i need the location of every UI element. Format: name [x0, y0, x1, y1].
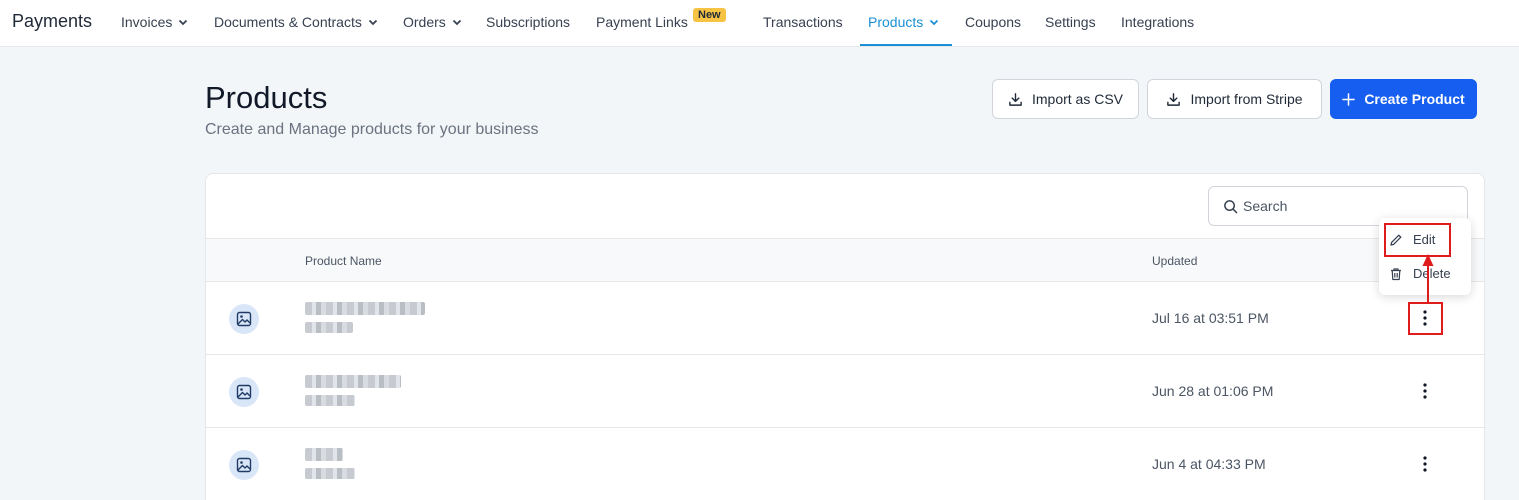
- column-header-updated[interactable]: Updated: [1152, 254, 1197, 268]
- nav-orders[interactable]: Orders: [403, 14, 462, 30]
- nav-label: Settings: [1045, 14, 1096, 30]
- table-row[interactable]: Jul 16 at 03:51 PM: [206, 282, 1484, 355]
- chevron-down-icon: [179, 19, 188, 26]
- product-name-redacted: [305, 375, 401, 388]
- nav-label: Coupons: [965, 14, 1022, 30]
- trash-icon: [1391, 267, 1401, 280]
- active-tab-indicator: [860, 44, 952, 46]
- create-product-label: Create Product: [1364, 91, 1465, 107]
- more-vertical-icon: [1423, 383, 1427, 399]
- import-csv-button[interactable]: Import as CSV: [992, 79, 1139, 119]
- row-actions-button[interactable]: [1414, 377, 1436, 405]
- import-stripe-label: Import from Stripe: [1190, 91, 1303, 107]
- nav-coupons[interactable]: Coupons: [965, 14, 1021, 30]
- page-subtitle: Create and Manage products for your busi…: [205, 121, 539, 138]
- nav-products[interactable]: Products: [868, 14, 939, 30]
- product-thumbnail: [229, 377, 259, 407]
- search-input[interactable]: [1243, 198, 1443, 214]
- nav-label: Documents & Contracts: [214, 14, 362, 30]
- nav-transactions[interactable]: Transactions: [763, 14, 843, 30]
- search-icon: [1224, 199, 1238, 213]
- plus-icon: [1342, 92, 1356, 106]
- nav-payment-links[interactable]: Payment Links: [596, 14, 688, 30]
- more-vertical-icon: [1423, 456, 1427, 472]
- import-stripe-button[interactable]: Import from Stripe: [1147, 79, 1322, 119]
- nav-settings[interactable]: Settings: [1045, 14, 1096, 30]
- nav-documents-contracts[interactable]: Documents & Contracts: [214, 14, 378, 30]
- updated-date: Jun 4 at 04:33 PM: [1152, 456, 1266, 472]
- image-icon: [236, 311, 252, 327]
- product-price-redacted: [305, 468, 355, 479]
- table-row[interactable]: Jun 28 at 01:06 PM: [206, 355, 1484, 428]
- table-row[interactable]: Jun 4 at 04:33 PM: [206, 428, 1484, 500]
- nav-label: Invoices: [121, 14, 173, 30]
- nav-label: Orders: [403, 14, 446, 30]
- nav-label: Integrations: [1121, 14, 1195, 30]
- brand-title: Payments: [12, 11, 93, 31]
- table-header: Product Name Updated: [206, 238, 1484, 282]
- nav-subscriptions[interactable]: Subscriptions: [486, 14, 570, 30]
- column-header-product-name[interactable]: Product Name: [305, 254, 382, 268]
- page-title: Products: [205, 80, 328, 115]
- download-icon: [1167, 92, 1181, 106]
- top-navigation: Payments Invoices Documents & Contracts …: [0, 0, 1519, 47]
- nav-label: Products: [868, 14, 924, 30]
- chevron-down-icon: [452, 19, 461, 26]
- product-name-redacted: [305, 302, 425, 315]
- chevron-down-icon: [368, 19, 377, 26]
- nav-label: Transactions: [763, 14, 843, 30]
- product-price-redacted: [305, 395, 355, 406]
- updated-date: Jun 28 at 01:06 PM: [1152, 383, 1274, 399]
- nav-integrations[interactable]: Integrations: [1121, 14, 1194, 30]
- kebab-highlight-box: [1408, 302, 1443, 335]
- chevron-down-icon: [930, 19, 939, 26]
- updated-date: Jul 16 at 03:51 PM: [1152, 310, 1269, 326]
- product-price-redacted: [305, 322, 353, 333]
- nav-label: Subscriptions: [486, 14, 571, 30]
- product-name-redacted: [305, 448, 343, 461]
- download-icon: [1009, 92, 1022, 106]
- image-icon: [236, 457, 252, 473]
- nav-invoices[interactable]: Invoices: [121, 14, 188, 30]
- nav-label: Payment Links: [596, 14, 688, 30]
- row-actions-button[interactable]: [1414, 450, 1436, 478]
- import-csv-label: Import as CSV: [1031, 91, 1124, 107]
- product-thumbnail: [229, 450, 259, 480]
- image-icon: [236, 384, 252, 400]
- new-badge: New: [693, 8, 726, 22]
- annotation-arrow-icon: [1422, 254, 1434, 302]
- product-thumbnail: [229, 304, 259, 334]
- create-product-button[interactable]: Create Product: [1330, 79, 1477, 119]
